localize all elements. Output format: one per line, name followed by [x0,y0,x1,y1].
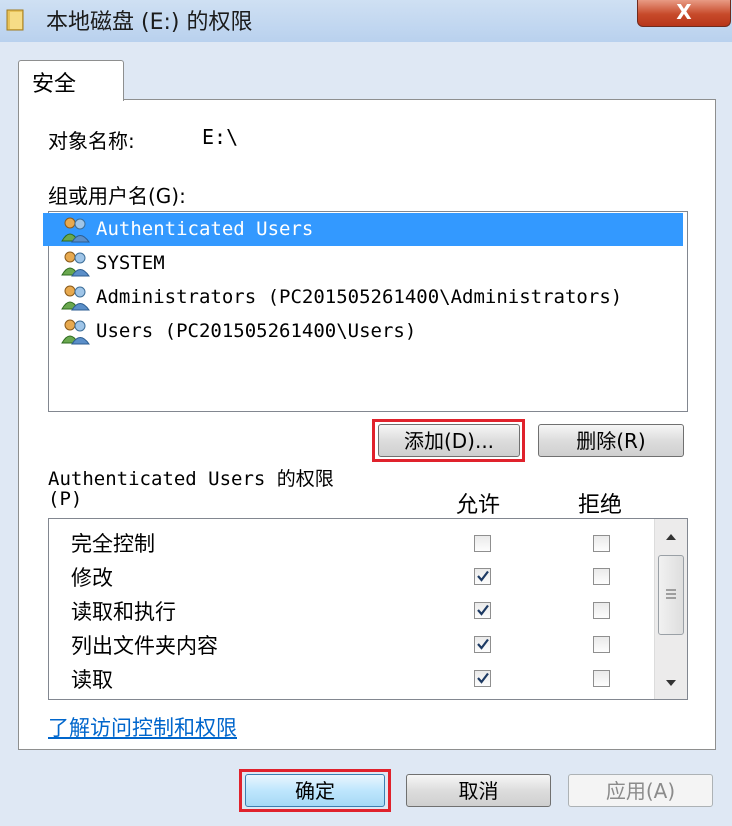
deny-checkbox[interactable] [593,535,610,552]
allow-checkbox[interactable] [474,636,491,653]
learn-access-control-link[interactable]: 了解访问控制和权限 [48,712,237,742]
allow-checkbox[interactable] [474,568,491,585]
user-name: Users (PC201505261400\Users) [96,320,417,342]
permissions-title: Authenticated Users 的权限 [48,468,334,490]
deny-checkbox[interactable] [593,670,610,687]
cancel-button[interactable]: 取消 [406,774,551,807]
checkmark-icon [477,638,489,650]
list-item-system[interactable]: SYSTEM [56,247,684,279]
scroll-up-arrow-icon[interactable] [655,523,687,551]
window-title: 本地磁盘 (E:) 的权限 [46,10,253,35]
object-name-label: 对象名称: [48,129,135,153]
permissions-list[interactable]: 完全控制 修改 读取和执行 列出文件夹内容 读取 [48,518,688,700]
users-group-icon [61,217,90,243]
users-list-label: 组或用户名(G): [48,184,186,208]
highlight-box-add [372,419,525,462]
close-button[interactable]: X [637,0,731,27]
users-group-icon [61,319,90,345]
deny-header: 拒绝 [578,493,623,518]
allow-checkbox[interactable] [474,535,491,552]
list-item-users[interactable]: Users (PC201505261400\Users) [56,315,684,347]
allow-header: 允许 [456,493,501,518]
object-name-value: E:\ [202,125,239,149]
user-name: SYSTEM [96,252,165,274]
deny-checkbox[interactable] [593,568,610,585]
tab-security-label: 安全 [32,72,77,97]
permission-name: 列出文件夹内容 [71,634,218,658]
users-group-icon [61,251,90,277]
title-bar: 本地磁盘 (E:) 的权限 X [0,0,732,42]
deny-checkbox[interactable] [593,636,610,653]
tab-security[interactable]: 安全 [18,60,124,101]
permissions-title-shortcut: (P) [48,488,83,510]
deny-checkbox[interactable] [593,602,610,619]
scroll-down-arrow-icon[interactable] [655,669,687,697]
apply-button[interactable]: 应用(A) [568,774,713,807]
remove-button[interactable]: 删除(R) [538,424,684,457]
checkmark-icon [477,604,489,616]
user-name: Authenticated Users [96,218,314,240]
checkmark-icon [477,570,489,582]
user-name: Administrators (PC201505261400\Administr… [96,286,623,308]
permission-name: 修改 [71,566,113,590]
grip-icon [666,589,676,599]
highlight-box-ok [239,769,391,812]
users-group-icon [61,285,90,311]
list-item-administrators[interactable]: Administrators (PC201505261400\Administr… [56,281,684,313]
permissions-scrollbar[interactable] [654,519,687,699]
permission-name: 完全控制 [71,532,155,556]
scrollbar-thumb[interactable] [658,555,684,635]
allow-checkbox[interactable] [474,670,491,687]
checkmark-icon [477,672,489,684]
permission-name: 读取和执行 [71,600,176,624]
permission-name: 读取 [71,668,113,692]
allow-checkbox[interactable] [474,602,491,619]
list-item-authenticated-users[interactable]: Authenticated Users [56,213,684,245]
folder-icon [6,9,24,31]
